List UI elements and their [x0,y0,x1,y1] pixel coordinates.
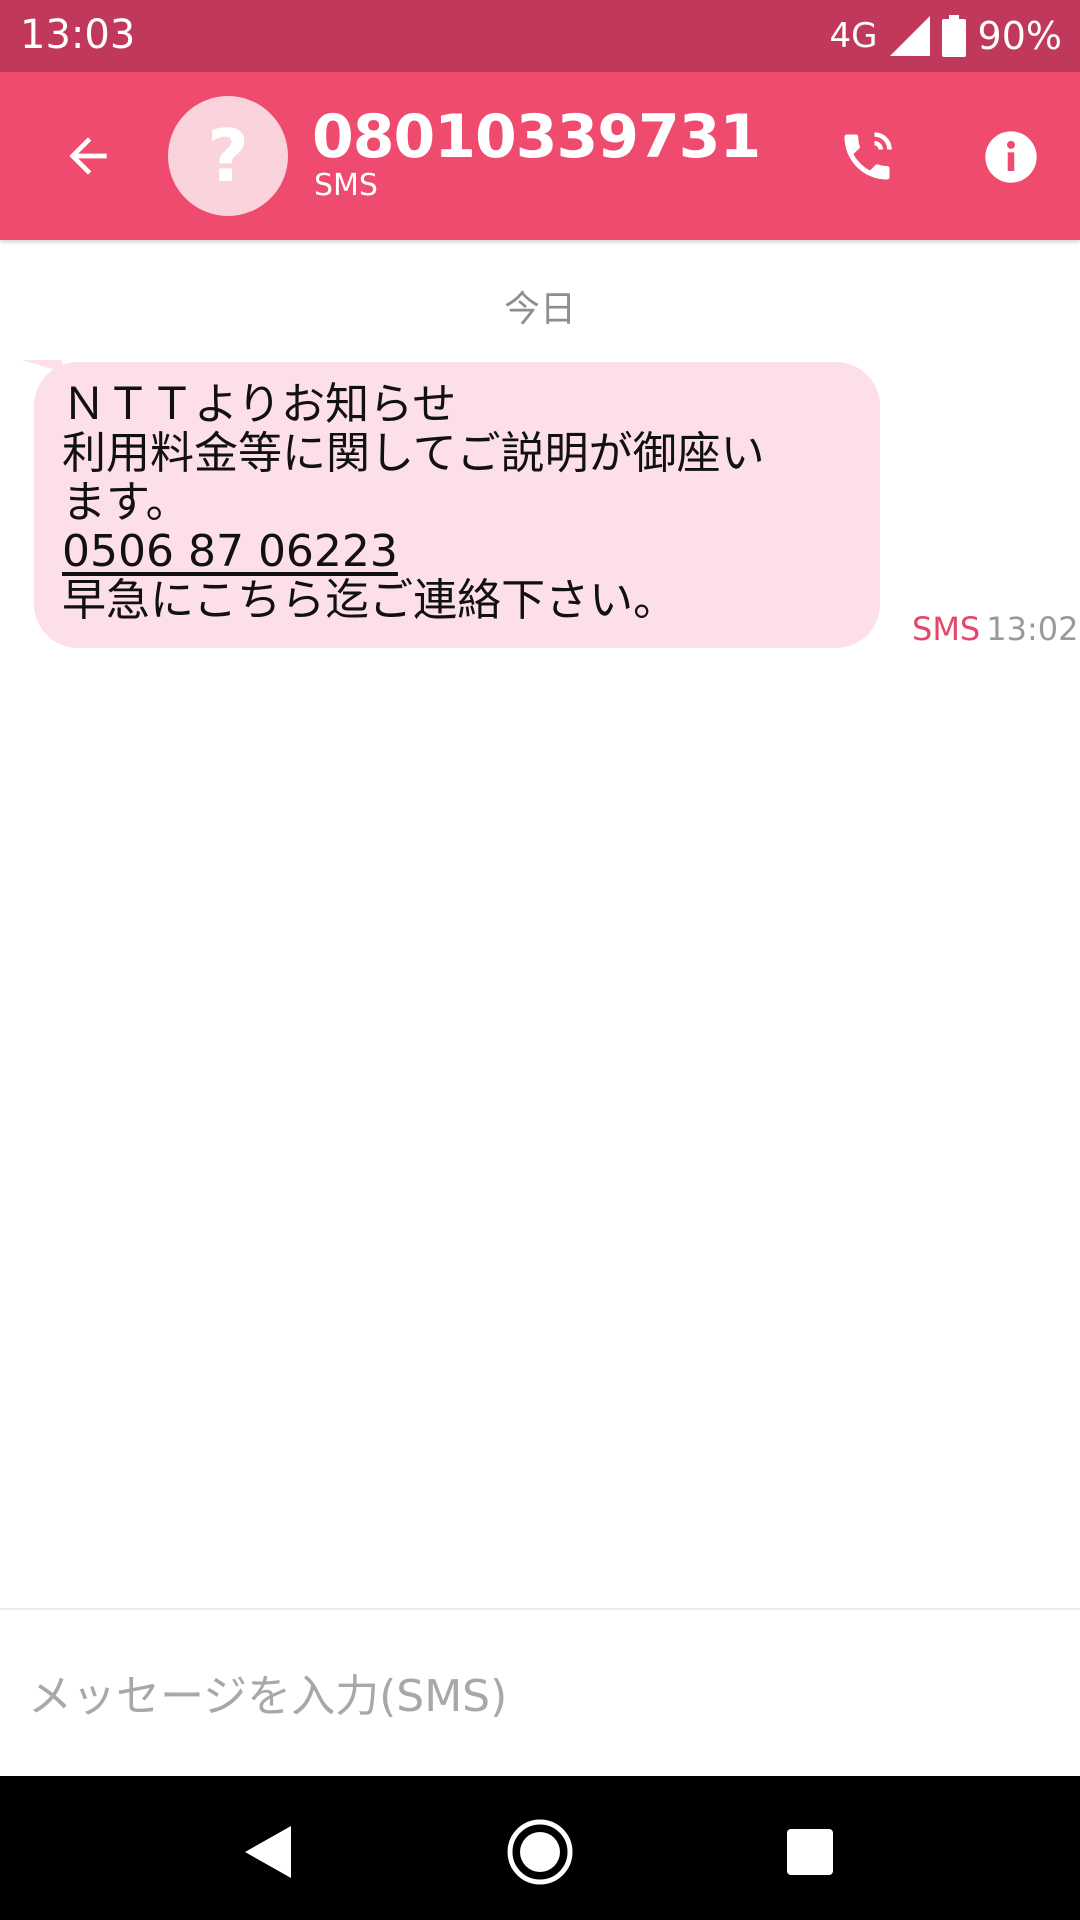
composer [0,1610,1080,1776]
message-line: ＮＴＴよりお知らせ [62,379,457,430]
back-arrow-icon [69,137,107,175]
signal-icon [889,16,930,56]
status-bar: 13:03 4G 90% [0,0,1080,72]
status-time: 13:03 [20,12,136,58]
unknown-contact-icon: ? [207,114,249,198]
message-time: 13:02 [986,610,1079,648]
channel-label: SMS [314,168,378,203]
nav-recents-icon [787,1829,833,1875]
info-icon [985,131,1037,183]
message-meta: SMS 13:02 [912,610,1078,648]
back-button[interactable] [48,116,128,196]
message-line: 利用料金等に関してご説明が御座い [62,428,765,479]
battery-icon [941,15,966,57]
info-button[interactable] [976,122,1046,192]
phone-number-link[interactable]: 0506 87 06223 [62,527,398,576]
phone-call-icon [844,132,892,180]
message-line: 早急にこちら迄ご連絡下さい。 [62,575,678,626]
nav-back-icon [245,1826,291,1878]
nav-home-icon [507,1819,573,1885]
nav-home-button[interactable] [500,1812,580,1892]
nav-recents-button[interactable] [770,1812,850,1892]
battery-level: 90% [977,14,1062,58]
network-type: 4G [829,16,878,56]
status-indicators: 4G 90% [830,12,1062,60]
message-input[interactable] [26,1650,1050,1742]
message-type: SMS [912,610,981,648]
contact-avatar[interactable]: ? [168,96,288,216]
conversation-header: ? 08010339731 SMS [0,72,1080,240]
nav-back-button[interactable] [228,1812,308,1892]
message-line: ます。 [62,477,190,528]
date-divider: 今日 [503,289,576,330]
contact-number[interactable]: 08010339731 [312,102,761,172]
message-bubble[interactable]: ＮＴＴよりお知らせ 利用料金等に関してご説明が御座い ます。 0506 87 0… [34,362,880,648]
call-button[interactable] [832,122,902,192]
system-nav-bar [0,1776,1080,1920]
